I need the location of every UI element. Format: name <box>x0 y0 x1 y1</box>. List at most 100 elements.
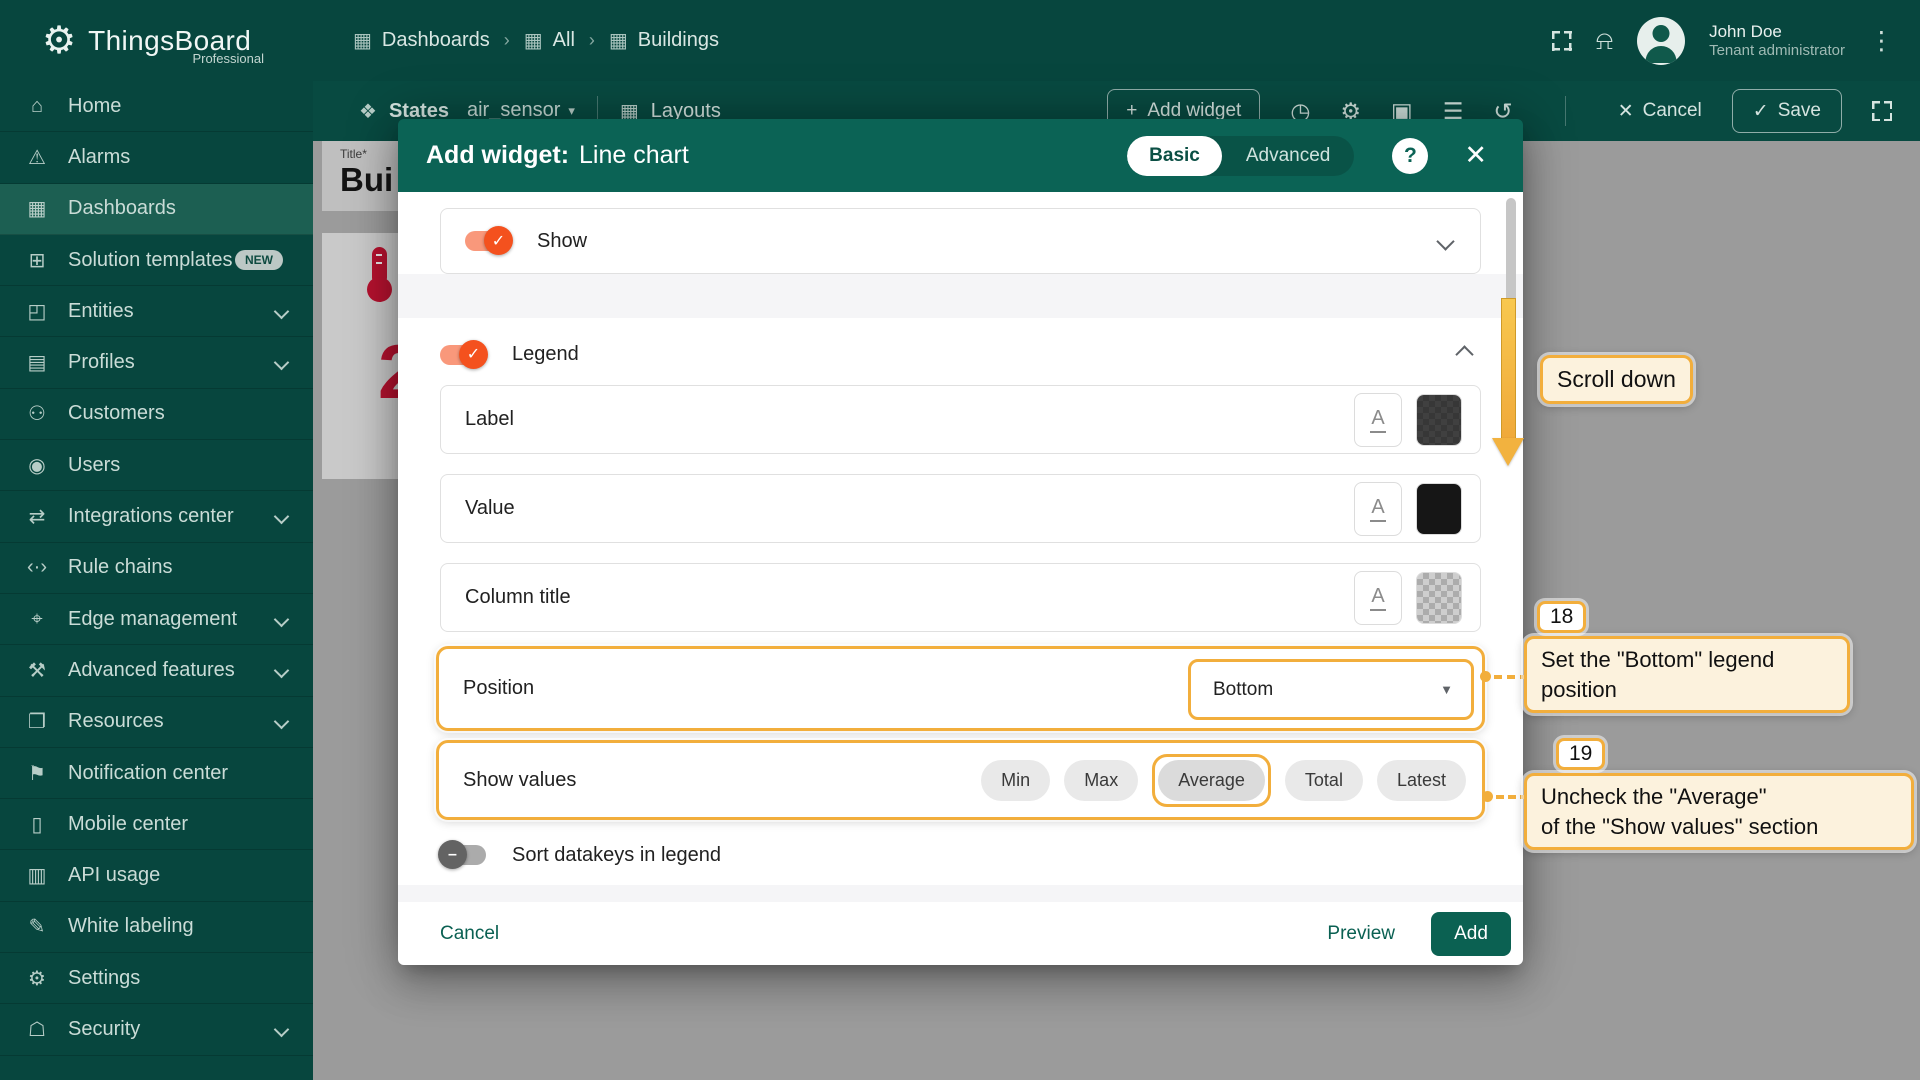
text-format-button[interactable]: A <box>1354 392 1402 447</box>
color-swatch[interactable] <box>1416 393 1462 446</box>
breadcrumb-item[interactable]: ▦ Buildings <box>609 28 719 53</box>
sidebar-item[interactable]: ⚙ Settings <box>0 953 313 1005</box>
format-text-icon: A <box>1370 407 1386 433</box>
dialog-title-prefix: Add widget: <box>426 141 570 169</box>
check-icon: ✓ <box>1752 100 1769 122</box>
sidebar-item-label: Home <box>68 94 122 117</box>
sidebar-item[interactable]: ❐ Resources <box>0 697 313 748</box>
sidebar-nav: ⌂ Home ⚠ Alarms ▦ Dashboards ⊞ Solution … <box>0 81 313 1056</box>
legend-chip-wrap: Latest <box>1376 759 1466 801</box>
show-toggle[interactable]: ✓ <box>465 226 513 255</box>
sidebar-item-icon: ▤ <box>27 352 47 375</box>
sidebar-item-icon: ⚑ <box>28 762 46 785</box>
legend-value-chip[interactable]: Max <box>1064 759 1139 801</box>
chevron-up-icon[interactable] <box>1455 345 1474 364</box>
legend-value-chip[interactable]: Latest <box>1376 759 1466 801</box>
annotation-text: position <box>1541 676 1617 702</box>
sidebar-item[interactable]: ▦ Dashboards <box>0 183 313 235</box>
legend-value-chip[interactable]: Min <box>981 759 1051 801</box>
row-label: Column title <box>465 586 571 608</box>
breadcrumb-item[interactable]: ▦ Dashboards <box>353 28 490 53</box>
user-info[interactable]: John Doe Tenant administrator <box>1709 21 1845 61</box>
legend-section-header: ✓ Legend <box>440 332 1481 377</box>
sidebar-item[interactable]: ⚑ Notification center <box>0 748 313 800</box>
sidebar-item-icon: ✎ <box>28 916 46 939</box>
save-label: Save <box>1777 100 1821 121</box>
text-format-button[interactable]: A <box>1354 481 1402 536</box>
sidebar-item-icon: ⚒ <box>28 659 46 682</box>
sidebar-item[interactable]: ⌖ Edge management <box>0 594 313 646</box>
sidebar-item[interactable]: ⌂ Home <box>0 81 313 133</box>
sidebar-item[interactable]: ⚠ Alarms <box>0 132 313 184</box>
states-icon: ❖ <box>359 100 377 123</box>
dialog-title: Add widget: Line chart <box>426 141 689 170</box>
sidebar-item[interactable]: ▯ Mobile center <box>0 799 313 851</box>
fullscreen-icon[interactable] <box>1551 30 1572 51</box>
tab-advanced[interactable]: Advanced <box>1222 145 1355 167</box>
color-swatch[interactable] <box>1416 571 1462 624</box>
cancel-button[interactable]: Cancel <box>440 923 499 945</box>
row-controls: A <box>1354 570 1462 625</box>
caret-down-icon: ▾ <box>568 103 575 118</box>
color-swatch[interactable] <box>1416 482 1462 535</box>
notifications-bell-icon[interactable]: ⍾ <box>1596 25 1613 57</box>
sidebar-item-icon: ⇄ <box>28 506 46 529</box>
legend-value-chip[interactable]: Total <box>1284 759 1363 801</box>
sidebar-item[interactable]: ◰ Entities <box>0 286 313 338</box>
sidebar-item-icon: ▦ <box>27 198 47 221</box>
close-icon[interactable]: ✕ <box>1464 140 1487 171</box>
show-section: ✓ Show <box>440 208 1481 274</box>
sidebar-item[interactable]: ⊞ Solution templates NEW <box>0 235 313 287</box>
dashboard-title-panel: Title* Bui <box>322 141 408 211</box>
chevron-down-icon <box>273 1021 290 1038</box>
save-button[interactable]: ✓ Save <box>1731 89 1842 133</box>
legend-toggle[interactable]: ✓ <box>440 339 488 369</box>
app-logo[interactable]: ⚙ ThingsBoard Professional <box>0 0 313 81</box>
dialog-body: ✓ Show ✓ Legend Label A Value A Column t… <box>398 192 1523 902</box>
toolbar-divider <box>1564 96 1566 126</box>
step-18-number: 18 <box>1537 601 1587 633</box>
show-values-label: Show values <box>463 768 577 791</box>
sidebar-item[interactable]: ◉ Users <box>0 440 313 492</box>
dropdown-arrow-icon: ▼ <box>1440 682 1453 697</box>
annotation-text: Uncheck the "Average" <box>1541 784 1767 809</box>
breadcrumb-item[interactable]: ▦ All <box>524 28 575 53</box>
help-icon[interactable]: ? <box>1392 137 1429 174</box>
top-bar-right: ⍾ John Doe Tenant administrator ⋮ <box>1551 16 1894 65</box>
user-role: Tenant administrator <box>1709 41 1845 59</box>
breadcrumb-label: All <box>552 29 575 51</box>
position-select-value: Bottom <box>1213 678 1274 700</box>
preview-button[interactable]: Preview <box>1327 923 1395 945</box>
sort-datakeys-toggle[interactable]: – <box>438 840 486 869</box>
add-button[interactable]: Add <box>1431 911 1511 956</box>
more-menu-icon[interactable]: ⋮ <box>1869 26 1894 56</box>
connector-line <box>1494 675 1528 679</box>
sidebar-item-icon: ⚙ <box>28 967 46 990</box>
sidebar-item[interactable]: ☖ Security <box>0 1004 313 1056</box>
text-format-button[interactable]: A <box>1354 570 1402 625</box>
sidebar-item-label: Entities <box>68 299 134 322</box>
fullscreen-icon[interactable] <box>1872 101 1892 121</box>
dialog-header: Add widget: Line chart Basic Advanced ? ✕ <box>398 119 1523 192</box>
breadcrumb-label: Buildings <box>637 29 719 51</box>
sidebar-item[interactable]: ✎ White labeling <box>0 902 313 954</box>
position-select[interactable]: Bottom ▼ <box>1188 659 1474 720</box>
sidebar-item[interactable]: ⇄ Integrations center <box>0 491 313 543</box>
sidebar-item-icon: ❐ <box>28 711 46 734</box>
sort-datakeys-label: Sort datakeys in legend <box>512 843 722 866</box>
sidebar-item[interactable]: ⚇ Customers <box>0 389 313 441</box>
avatar[interactable] <box>1637 16 1686 65</box>
cancel-edit-button[interactable]: ✕ Cancel <box>1618 100 1702 123</box>
sidebar-item-label: Users <box>68 453 121 476</box>
sidebar-item[interactable]: ▤ Profiles <box>0 337 313 389</box>
sidebar-item[interactable]: ‹·› Rule chains <box>0 543 313 594</box>
show-values-row-highlight: Show values Min Max Average Total Latest <box>436 740 1485 820</box>
app-window: ⚙ ThingsBoard Professional ⌂ Home ⚠ Alar… <box>0 0 1920 1080</box>
sidebar-item-icon: ◉ <box>28 454 46 477</box>
sidebar-item[interactable]: ▥ API usage <box>0 850 313 902</box>
step-18-annotation: Set the "Bottom" legend position <box>1524 636 1850 714</box>
tab-basic[interactable]: Basic <box>1127 135 1222 176</box>
chevron-down-icon[interactable] <box>1436 231 1455 251</box>
legend-value-chip[interactable]: Average <box>1158 759 1265 801</box>
sidebar-item[interactable]: ⚒ Advanced features <box>0 645 313 697</box>
